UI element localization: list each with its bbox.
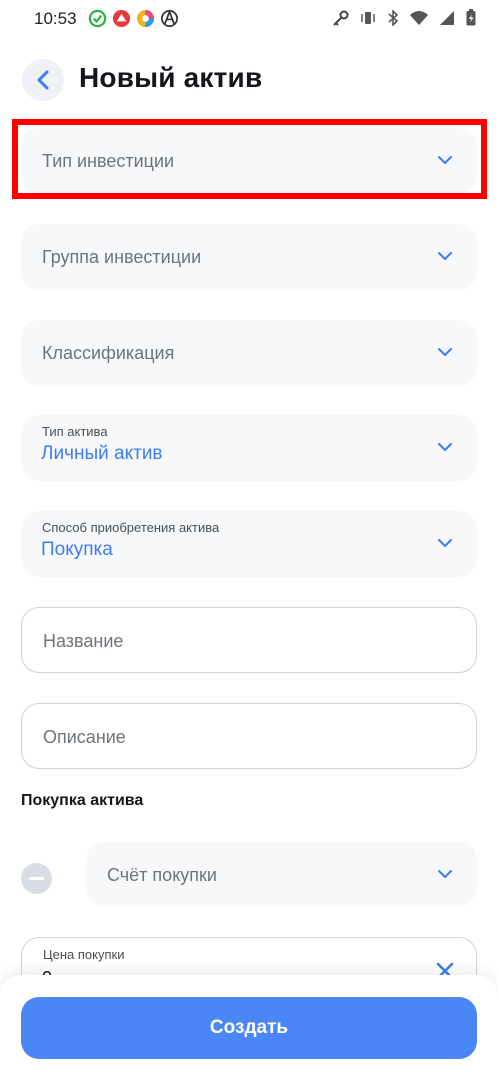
- description-placeholder: Описание: [43, 727, 126, 747]
- acquisition-method-select[interactable]: Способ приобретения актива Покупка: [21, 511, 477, 577]
- purchase-account-label: Счёт покупки: [107, 865, 217, 885]
- purchase-account-select[interactable]: Счёт покупки: [86, 842, 477, 906]
- back-button[interactable]: [22, 59, 64, 101]
- name-field[interactable]: Название: [21, 607, 477, 673]
- acquisition-method-value: Покупка: [41, 539, 113, 560]
- app-multicolor-icon: [136, 9, 155, 28]
- key-icon: [333, 10, 349, 26]
- create-button[interactable]: Создать: [21, 997, 477, 1059]
- chevron-down-icon: [438, 252, 452, 260]
- bottom-action-panel: Создать: [0, 975, 498, 1080]
- status-time: 10:53: [34, 9, 77, 28]
- anarchy-icon: [161, 9, 178, 27]
- asset-type-label: Тип актива: [42, 424, 108, 439]
- chevron-left-icon: [37, 70, 49, 90]
- acquisition-method-label: Способ приобретения актива: [42, 520, 220, 535]
- wifi-icon: [410, 10, 428, 25]
- chevron-down-icon: [438, 539, 452, 547]
- name-placeholder: Название: [43, 631, 124, 651]
- investment-group-label: Группа инвестиции: [42, 247, 202, 267]
- app-red-icon: [112, 9, 131, 28]
- asset-type-select[interactable]: Тип актива Личный актив: [21, 415, 477, 481]
- vibrate-icon: [361, 11, 375, 24]
- chevron-down-icon: [438, 443, 452, 451]
- page-title: Новый актив: [79, 62, 263, 93]
- classification-select[interactable]: Классификация: [21, 320, 477, 386]
- classification-label: Классификация: [42, 343, 175, 363]
- bluetooth-icon: [388, 9, 399, 26]
- description-field[interactable]: Описание: [21, 703, 477, 769]
- signal-icon: [440, 10, 454, 25]
- remove-account-button[interactable]: [21, 863, 52, 894]
- chevron-down-icon: [438, 870, 452, 878]
- system-icons: [331, 9, 476, 26]
- investment-group-select[interactable]: Группа инвестиции: [21, 224, 477, 290]
- check-circle-icon: [88, 9, 107, 28]
- asset-type-value: Личный актив: [41, 443, 163, 464]
- purchase-price-label: Цена покупки: [43, 947, 125, 962]
- notification-icons: [88, 9, 179, 28]
- status-bar: 10:53: [0, 0, 498, 38]
- battery-charging-icon: [466, 9, 476, 26]
- minus-icon: [29, 877, 44, 880]
- chevron-down-icon: [438, 348, 452, 356]
- highlight-frame: [12, 119, 487, 199]
- purchase-section-title: Покупка актива: [21, 792, 144, 809]
